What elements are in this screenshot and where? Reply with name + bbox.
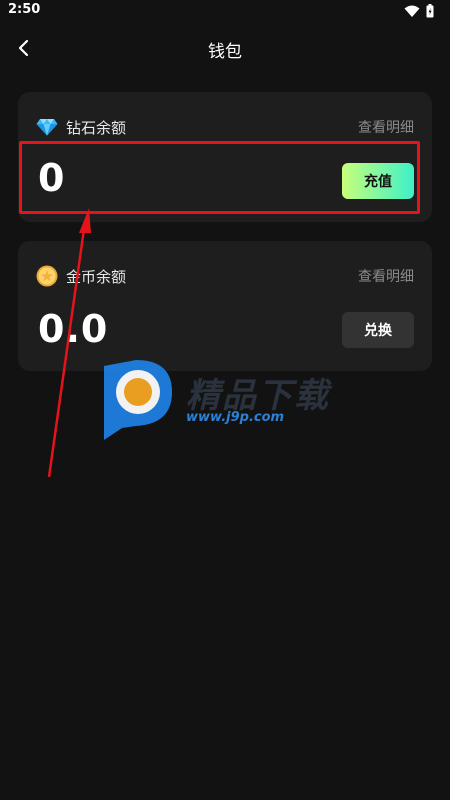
watermark: 精品下载 www.j9p.com [98, 358, 358, 444]
diamond-view-details-link[interactable]: 查看明细 [358, 117, 414, 137]
status-icons [404, 4, 434, 18]
coin-balance-card: 金币余额 查看明细 0.0 兑换 [18, 241, 432, 371]
exchange-button[interactable]: 兑换 [342, 312, 414, 348]
coin-card-header: 金币余额 查看明细 [36, 265, 414, 287]
coin-view-details-link[interactable]: 查看明细 [358, 266, 414, 286]
watermark-logo-icon [98, 358, 178, 442]
highlight-box [19, 141, 420, 214]
diamond-icon [36, 116, 58, 138]
header: 钱包 [0, 28, 450, 68]
watermark-url: www.j9p.com [186, 410, 285, 425]
diamond-card-header: 钻石余额 查看明细 [36, 116, 414, 138]
status-bar: 2:50 [0, 0, 450, 22]
coin-balance-label: 金币余额 [66, 267, 127, 286]
page-title: 钱包 [208, 42, 242, 62]
battery-icon [426, 4, 434, 18]
wifi-icon [404, 5, 420, 18]
status-time: 2:50 [8, 2, 41, 17]
coin-balance-value: 0.0 [38, 307, 109, 351]
wallet-page: 2:50 钱包 钻石余额 查看明细 0 充值 金币余额 查看明细 0.0 兑换 … [0, 0, 450, 800]
coin-icon [36, 265, 58, 287]
diamond-balance-label: 钻石余额 [66, 118, 127, 137]
